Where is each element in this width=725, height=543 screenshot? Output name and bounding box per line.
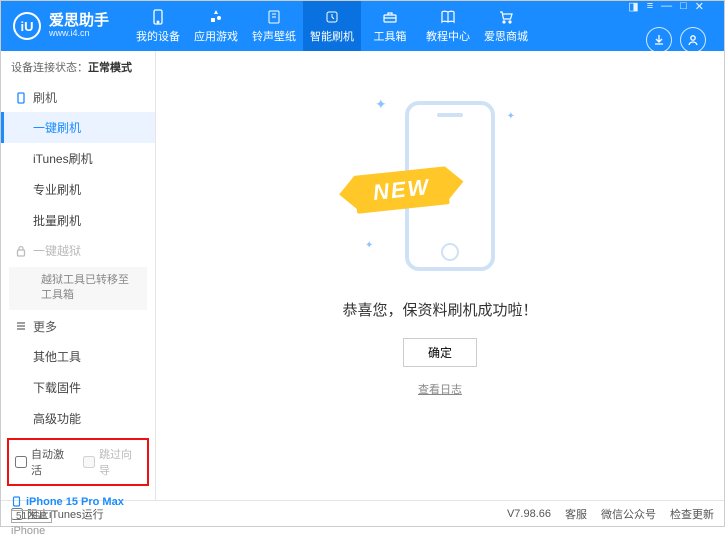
apps-icon bbox=[207, 8, 225, 26]
sidebar-item-itunes-flash[interactable]: iTunes刷机 bbox=[1, 143, 155, 174]
titlebar: iU 爱思助手 www.i4.cn 我的设备 应用游戏 铃声壁纸 智能刷机 工具… bbox=[1, 1, 724, 51]
section-more[interactable]: 更多 bbox=[1, 312, 155, 341]
logo: iU 爱思助手 www.i4.cn bbox=[13, 12, 109, 40]
ok-button[interactable]: 确定 bbox=[403, 338, 477, 367]
device-phone-icon bbox=[11, 496, 22, 507]
sidebar-item-advanced[interactable]: 高级功能 bbox=[1, 403, 155, 434]
top-nav: 我的设备 应用游戏 铃声壁纸 智能刷机 工具箱 教程中心 爱思商城 bbox=[129, 1, 535, 51]
lock-icon bbox=[15, 245, 27, 257]
nav-toolbox[interactable]: 工具箱 bbox=[361, 1, 419, 51]
checkbox-input[interactable] bbox=[15, 456, 27, 468]
sidebar-item-batch-flash[interactable]: 批量刷机 bbox=[1, 205, 155, 236]
nav-label: 智能刷机 bbox=[310, 28, 354, 44]
music-icon bbox=[265, 8, 283, 26]
device-storage: 512GB bbox=[11, 510, 52, 523]
minimize-button[interactable]: — bbox=[661, 0, 672, 13]
download-button[interactable] bbox=[646, 27, 672, 53]
menu-icon[interactable]: ≡ bbox=[647, 0, 653, 13]
highlight-box: 自动激活 跳过向导 bbox=[7, 438, 149, 486]
footer-wechat[interactable]: 微信公众号 bbox=[601, 506, 656, 522]
more-icon bbox=[15, 320, 27, 332]
phone-icon bbox=[149, 8, 167, 26]
book-icon bbox=[439, 8, 457, 26]
success-message: 恭喜您，保资料刷机成功啦！ bbox=[342, 299, 537, 320]
user-button[interactable] bbox=[680, 27, 706, 53]
device-name: iPhone 15 Pro Max bbox=[26, 496, 124, 508]
checkbox-input bbox=[83, 456, 95, 468]
nav-label: 铃声壁纸 bbox=[252, 28, 296, 44]
toolbox-icon bbox=[381, 8, 399, 26]
sidebar: 设备连接状态：正常模式 刷机 一键刷机 iTunes刷机 专业刷机 批量刷机 一… bbox=[1, 51, 156, 500]
flash-icon bbox=[323, 8, 341, 26]
flash-section-icon bbox=[15, 92, 27, 104]
nav-label: 工具箱 bbox=[374, 28, 407, 44]
app-url: www.i4.cn bbox=[49, 29, 109, 39]
nav-store[interactable]: 爱思商城 bbox=[477, 1, 535, 51]
nav-flash[interactable]: 智能刷机 bbox=[303, 1, 361, 51]
close-button[interactable]: ✕ bbox=[695, 0, 704, 13]
sidebar-item-other-tools[interactable]: 其他工具 bbox=[1, 341, 155, 372]
sparkle-icon: ✦ bbox=[375, 96, 387, 113]
cart-icon bbox=[497, 8, 515, 26]
sidebar-item-oneclick-flash[interactable]: 一键刷机 bbox=[1, 112, 155, 143]
view-log-link[interactable]: 查看日志 bbox=[418, 381, 462, 397]
sidebar-item-pro-flash[interactable]: 专业刷机 bbox=[1, 174, 155, 205]
app-name: 爱思助手 bbox=[49, 13, 109, 30]
nav-label: 教程中心 bbox=[426, 28, 470, 44]
window-controls: ◨ ≡ — □ ✕ bbox=[628, 0, 704, 13]
footer-update[interactable]: 检查更新 bbox=[670, 506, 714, 522]
footer-support[interactable]: 客服 bbox=[565, 506, 587, 522]
nav-label: 爱思商城 bbox=[484, 28, 528, 44]
logo-icon: iU bbox=[13, 12, 41, 40]
nav-label: 我的设备 bbox=[136, 28, 180, 44]
main-content: ✦ ✦ ✦ NEW 恭喜您，保资料刷机成功啦！ 确定 查看日志 bbox=[156, 51, 724, 500]
device-info[interactable]: iPhone 15 Pro Max 512GB iPhone bbox=[1, 490, 155, 543]
device-status: 设备连接状态：正常模式 bbox=[1, 51, 155, 83]
version-label: V7.98.66 bbox=[507, 508, 551, 520]
checkbox-auto-activate[interactable]: 自动激活 bbox=[15, 446, 73, 478]
skin-icon[interactable]: ◨ bbox=[628, 0, 638, 13]
sparkle-icon: ✦ bbox=[365, 240, 373, 251]
checkbox-skip-guide[interactable]: 跳过向导 bbox=[83, 446, 141, 478]
section-jailbreak: 一键越狱 bbox=[1, 236, 155, 265]
success-illustration: ✦ ✦ ✦ NEW bbox=[365, 91, 515, 281]
nav-label: 应用游戏 bbox=[194, 28, 238, 44]
maximize-button[interactable]: □ bbox=[680, 0, 687, 13]
nav-my-device[interactable]: 我的设备 bbox=[129, 1, 187, 51]
nav-ringtones[interactable]: 铃声壁纸 bbox=[245, 1, 303, 51]
jailbreak-moved-note[interactable]: 越狱工具已转移至工具箱 bbox=[9, 267, 147, 310]
section-flash[interactable]: 刷机 bbox=[1, 83, 155, 112]
nav-tutorials[interactable]: 教程中心 bbox=[419, 1, 477, 51]
nav-apps[interactable]: 应用游戏 bbox=[187, 1, 245, 51]
sparkle-icon: ✦ bbox=[507, 111, 515, 122]
sidebar-item-download-firmware[interactable]: 下载固件 bbox=[1, 372, 155, 403]
